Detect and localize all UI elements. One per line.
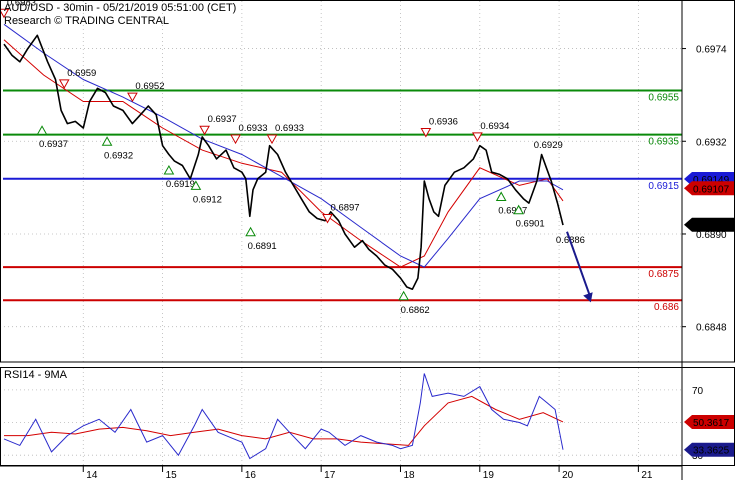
resistance-label: 0.6936 <box>429 116 458 127</box>
resistance-label: 0.6933 <box>239 123 268 134</box>
rsi-ma-line <box>4 395 564 446</box>
level-note-label: 0.6929 <box>534 140 563 151</box>
rsi-panel <box>3 373 564 460</box>
price-tag-label: 0.68942 <box>693 221 730 232</box>
date-label: 21 <box>641 470 653 480</box>
resistance-label: 0.6934 <box>480 121 509 132</box>
level-label: 0.686 <box>654 302 679 313</box>
level-label: 0.6875 <box>648 269 679 280</box>
chart-source: Research © TRADING CENTRAL <box>4 15 169 27</box>
support-label: 0.6901 <box>516 219 545 230</box>
rsi-tag-label: 33.3625 <box>693 446 730 457</box>
resistance-label: 0.6952 <box>135 81 164 92</box>
support-label: 0.6912 <box>193 194 222 205</box>
resistance-label: 0.6933 <box>275 123 304 134</box>
date-label: 14 <box>86 470 98 480</box>
resistance-marker <box>472 132 483 142</box>
date-label: 18 <box>403 470 415 480</box>
price-tags: 0.691490.691070.6894250.361733.3625 <box>684 172 734 457</box>
resistance-marker <box>230 134 241 145</box>
support-label: 0.6891 <box>248 241 277 252</box>
annotations: 0.69830.69590.69520.69370.6933 0.69330.68… <box>0 0 593 316</box>
rsi-tag-label: 50.3617 <box>693 418 730 429</box>
support-marker <box>398 290 410 301</box>
date-label: 20 <box>562 470 574 480</box>
level-label: 0.6915 <box>648 181 679 192</box>
resistance-label: 0.6897 <box>331 203 360 214</box>
price-tick-label: 0.6848 <box>696 323 727 334</box>
rsi-panel-border <box>0 367 735 466</box>
price-tick-label: 0.6932 <box>696 137 727 148</box>
support-marker <box>101 136 113 146</box>
level-label: 0.6935 <box>648 137 679 148</box>
rsi-title: RSI14 - 9MA <box>4 369 68 381</box>
price-tag-label: 0.69107 <box>693 184 730 195</box>
date-label: 16 <box>245 470 257 480</box>
date-label: 17 <box>324 470 336 480</box>
support-label: 0.6932 <box>104 150 133 161</box>
chart-svg: 0.69550.69350.69150.68750.686 0.69830.69… <box>0 0 735 481</box>
price-tick-label: 0.6974 <box>696 45 727 56</box>
chart-container: 0.6955 0.6935 0.6915 0.6875 0.686 0.6983 0.69… <box>0 0 735 481</box>
support-label: 0.6907 <box>498 205 527 216</box>
resistance-label: 0.6959 <box>67 68 96 79</box>
date-label: 15 <box>166 470 178 480</box>
support-marker <box>163 164 175 175</box>
rsi-tick-label: 70 <box>692 386 704 397</box>
chart-title: AUD/USD - 30min - 05/21/2019 05:51:00 (C… <box>4 2 236 14</box>
support-marker <box>36 125 48 135</box>
level-label: 0.6955 <box>648 93 679 104</box>
support-label: 0.6937 <box>39 139 68 150</box>
support-label: 0.6919 <box>166 179 195 190</box>
grid <box>0 1 682 465</box>
date-label: 19 <box>483 470 495 480</box>
support-marker <box>245 226 256 237</box>
main-panel-border <box>0 0 735 363</box>
resistance-label: 0.6937 <box>208 114 237 125</box>
support-marker <box>495 191 507 201</box>
resistance-marker <box>266 134 278 145</box>
resistance-marker <box>199 125 210 136</box>
rsi-line <box>3 373 564 460</box>
support-label: 0.6862 <box>401 305 430 316</box>
axes: 14 15 16 17 18 19 20 210.68480.68900.69320.6974… <box>0 0 735 481</box>
